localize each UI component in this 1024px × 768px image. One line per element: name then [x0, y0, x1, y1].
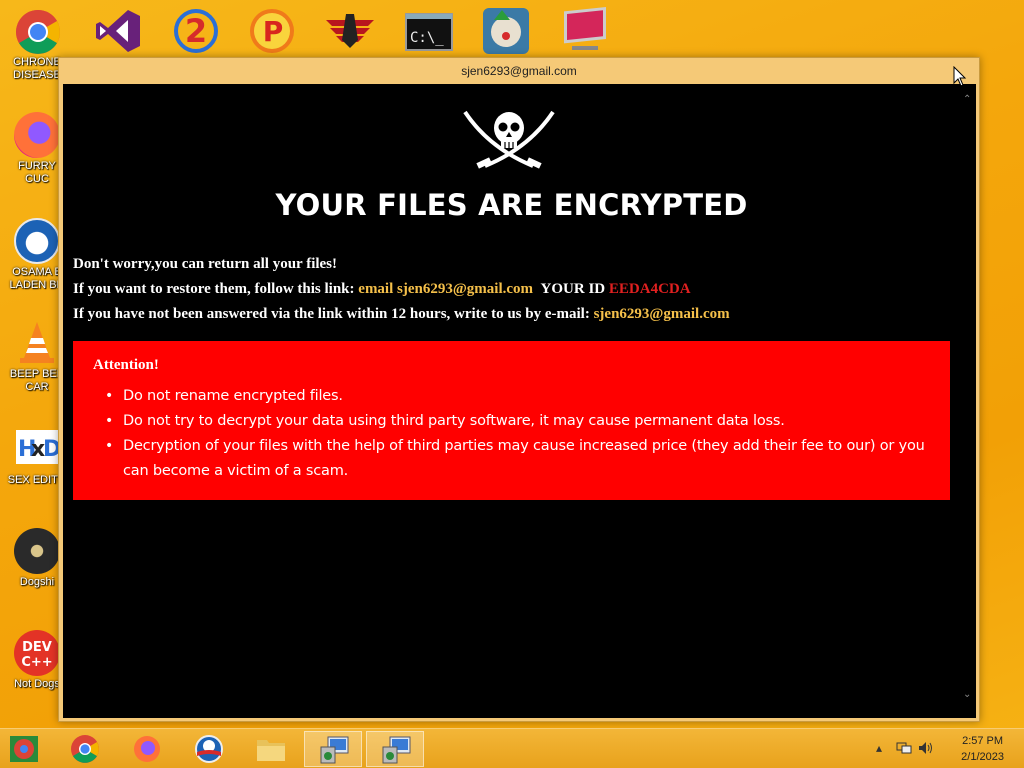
contact-email[interactable]: sjen6293@gmail.com: [594, 306, 730, 322]
volume-icon[interactable]: [918, 741, 934, 758]
ransom-line-1: Don't worry,you can return all your file…: [73, 256, 337, 273]
clock[interactable]: 2:57 PM 2/1/2023: [961, 733, 1004, 765]
clock-date: 2/1/2023: [961, 751, 1004, 763]
window-title: sjen6293@gmail.com: [461, 64, 577, 78]
folder-icon: [257, 740, 285, 761]
chrome-icon: [71, 735, 99, 763]
two-icon[interactable]: 2: [170, 6, 222, 56]
visual-studio-icon[interactable]: [92, 6, 144, 56]
obama-logo-icon: [195, 735, 223, 763]
obama-logo-icon: [14, 218, 60, 264]
firefox-icon: [14, 112, 60, 158]
attention-box: Attention! Do not rename encrypted files…: [73, 341, 950, 500]
contact-prefix: If you have not been answered via the li…: [73, 306, 594, 322]
skull-crossed-swords-icon: [459, 104, 559, 181]
ransom-headline: YOUR FILES ARE ENCRYPTED: [275, 188, 748, 222]
attention-item: Do not rename encrypted files.: [105, 384, 950, 409]
firefox-icon: [134, 736, 160, 762]
ransom-line-2: If you want to restore them, follow this…: [73, 281, 691, 298]
clown-icon[interactable]: [480, 6, 532, 56]
network-icon[interactable]: [896, 741, 912, 758]
vertical-scrollbar[interactable]: ⌃ ⌄: [960, 84, 976, 718]
terminal-icon[interactable]: C:\_: [404, 6, 456, 56]
disc-icon: [14, 528, 60, 574]
system-tray: ▴ 2:57 PM 2/1/2023: [864, 729, 1024, 768]
ransom-window[interactable]: sjen6293@gmail.com YOUR FILES ARE ENCRYP…: [58, 57, 980, 722]
start-button[interactable]: [0, 731, 58, 767]
taskbar-installer-2[interactable]: [366, 731, 424, 767]
your-id-label: YOUR ID: [540, 281, 609, 297]
clock-time: 2:57 PM: [962, 735, 1004, 747]
attention-item: Do not try to decrypt your data using th…: [105, 409, 950, 434]
devcpp-icon: DEV C++: [14, 630, 60, 676]
attention-item: Decryption of your files with the help o…: [105, 434, 950, 484]
installer-icon: [320, 736, 349, 764]
installer-icon: [382, 736, 411, 764]
ransom-line-3: If you have not been answered via the li…: [73, 306, 730, 323]
scroll-up-icon[interactable]: ⌃: [963, 94, 971, 105]
victim-id: EEDA4CDA: [608, 281, 691, 297]
eagle-icon[interactable]: [324, 6, 376, 56]
show-hidden-icons-icon[interactable]: ▴: [876, 741, 882, 755]
restore-prefix: If you want to restore them, follow this…: [73, 281, 359, 297]
hxd-icon: H x D: [14, 426, 61, 472]
svg-text:2: 2: [185, 12, 207, 50]
svg-text:DEV: DEV: [22, 640, 52, 655]
mouse-cursor-icon: [953, 65, 967, 93]
svg-text:C++: C++: [21, 655, 52, 670]
svg-text:C:\_: C:\_: [410, 30, 444, 46]
scroll-down-icon[interactable]: ⌄: [963, 689, 971, 700]
attention-list: Do not rename encrypted files. Do not tr…: [93, 384, 950, 484]
taskbar: ▴ 2:57 PM 2/1/2023: [0, 728, 1024, 768]
taskbar-firefox[interactable]: [118, 731, 176, 767]
vlc-cone-icon: [14, 320, 60, 366]
taskbar-installer-1[interactable]: [304, 731, 362, 767]
taskbar-file-explorer[interactable]: [242, 731, 300, 767]
monitor-icon[interactable]: [558, 6, 610, 56]
restore-email-link[interactable]: email sjen6293@gmail.com: [358, 281, 533, 297]
taskbar-obama[interactable]: [180, 731, 238, 767]
start-chrome-icon: [10, 736, 38, 762]
p-icon[interactable]: P: [246, 6, 298, 56]
svg-text:P: P: [263, 15, 284, 48]
ransom-line-1-text: Don't worry,you can return all your file…: [73, 256, 338, 272]
taskbar-chrome[interactable]: [56, 731, 114, 767]
attention-title: Attention!: [93, 357, 159, 373]
ransom-content: YOUR FILES ARE ENCRYPTED Don't worry,you…: [63, 84, 976, 718]
